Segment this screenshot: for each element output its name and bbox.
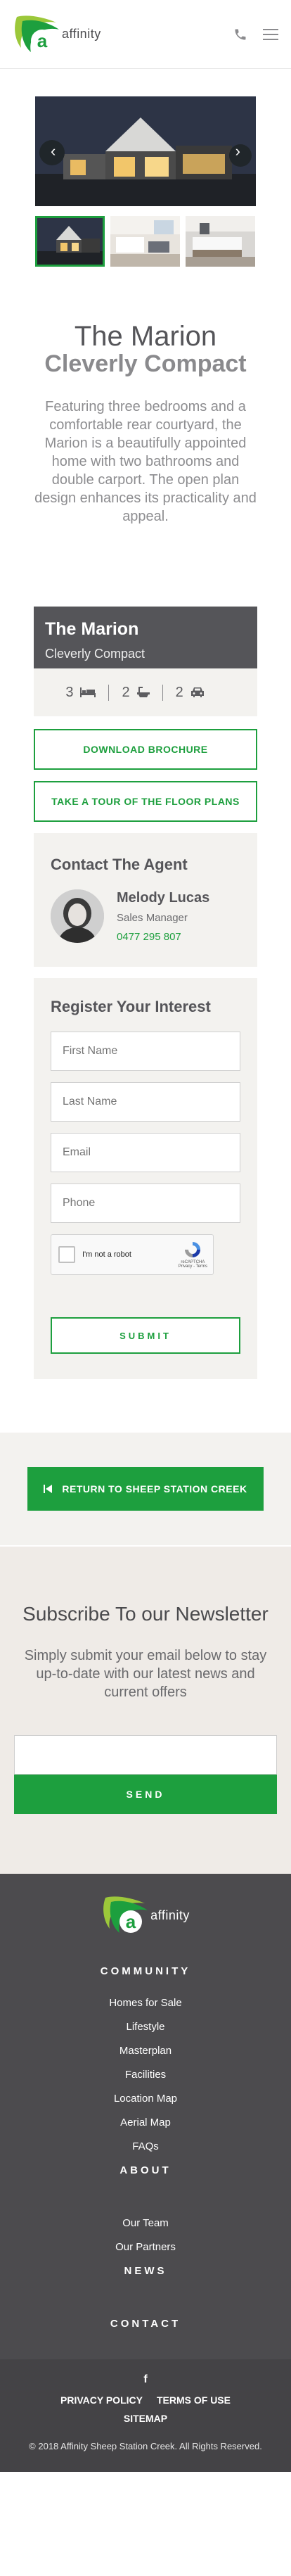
home-spec-card: The Marion Cleverly Compact 3 2 2: [34, 607, 257, 716]
thumbnail-strip: [35, 216, 256, 267]
thumbnail-living-room[interactable]: [110, 216, 180, 267]
footer-heading-news[interactable]: NEWS: [0, 2265, 291, 2277]
spec-subtitle: Cleverly Compact: [45, 647, 146, 661]
return-label: RETURN TO SHEEP STATION CREEK: [62, 1483, 247, 1495]
agent-role: Sales Manager: [117, 911, 188, 924]
footer-link-our-partners[interactable]: Our Partners: [0, 2241, 291, 2253]
chevron-right-icon[interactable]: ›: [235, 142, 240, 160]
footer-link-aerial-map[interactable]: Aerial Map: [0, 2117, 291, 2128]
skip-back-icon: [44, 1485, 53, 1493]
house-dusk-image: [35, 96, 256, 206]
newsletter-send-button[interactable]: SEND: [14, 1775, 277, 1814]
footer-heading-about[interactable]: ABOUT: [0, 2164, 291, 2176]
register-heading: Register Your Interest: [51, 998, 211, 1015]
footer-link-faqs[interactable]: FAQs: [0, 2140, 291, 2152]
download-brochure-button[interactable]: DOWNLOAD BROCHURE: [34, 729, 257, 770]
footer-brand-name: affinity: [150, 1908, 190, 1922]
community-links: Homes for Sale Lifestyle Masterplan Faci…: [0, 1997, 291, 2152]
footer-link-masterplan[interactable]: Masterplan: [0, 2045, 291, 2057]
bedrooms-count: 3: [53, 685, 108, 701]
brand-name: affinity: [62, 27, 101, 41]
footer-logo[interactable]: a affinity: [0, 1893, 291, 1937]
submit-button[interactable]: SUBMIT: [51, 1317, 240, 1354]
newsletter-text: Simply submit your email below to stay u…: [24, 1648, 267, 1700]
hero-image: ‹ ›: [35, 96, 256, 206]
footer-heading-community[interactable]: COMMUNITY: [0, 1965, 291, 1977]
newsletter-section: Subscribe To our Newsletter Simply submi…: [0, 1547, 291, 1874]
carport-count: 2: [162, 684, 217, 701]
footer-heading-contact[interactable]: CONTACT: [0, 2318, 291, 2330]
facebook-icon[interactable]: f: [21, 2373, 270, 2386]
bathrooms-count: 2: [108, 684, 162, 701]
recaptcha-logo: reCAPTCHA Privacy - Terms: [179, 1241, 207, 1269]
last-name-field[interactable]: [51, 1082, 240, 1122]
svg-text:a: a: [126, 1911, 136, 1932]
footer-link-homes-for-sale[interactable]: Homes for Sale: [0, 1997, 291, 2009]
recaptcha-label: I'm not a robot: [82, 1250, 131, 1259]
privacy-policy-link[interactable]: PRIVACY POLICY: [60, 2394, 143, 2406]
brand-logo[interactable]: a affinity: [13, 13, 101, 56]
bath-icon: [136, 687, 150, 697]
thumbnail-kitchen[interactable]: [186, 216, 255, 267]
footer-link-location-map[interactable]: Location Map: [0, 2093, 291, 2105]
spec-title: The Marion: [45, 619, 139, 639]
footer-link-our-team[interactable]: Our Team: [0, 2217, 291, 2229]
page-subtitle: Cleverly Compact: [44, 350, 247, 377]
thumbnail-exterior[interactable]: [35, 216, 105, 267]
footer-link-facilities[interactable]: Facilities: [0, 2069, 291, 2081]
copyright-text: © 2018 Affinity Sheep Station Creek. All…: [29, 2441, 262, 2451]
floor-plan-tour-button[interactable]: TAKE A TOUR OF THE FLOOR PLANS: [34, 781, 257, 822]
agent-phone-link[interactable]: 0477 295 807: [117, 931, 209, 943]
return-section: RETURN TO SHEEP STATION CREEK: [0, 1433, 291, 1545]
spec-features: 3 2 2: [34, 668, 257, 716]
intro-description: Featuring three bedrooms and a comfortab…: [34, 399, 257, 524]
bed-icon: [80, 687, 96, 697]
phone-field[interactable]: [51, 1184, 240, 1223]
first-name-field[interactable]: [51, 1032, 240, 1071]
svg-text:a: a: [37, 30, 48, 51]
bathrooms-value: 2: [122, 684, 130, 700]
affinity-logo-icon: a: [15, 15, 59, 52]
register-interest-form: Register Your Interest I'm not a robot r…: [34, 978, 257, 1379]
recaptcha-checkbox[interactable]: [58, 1246, 75, 1263]
about-links: Our Team Our Partners: [0, 2217, 291, 2253]
chevron-left-icon[interactable]: ‹: [51, 142, 56, 160]
bedrooms-value: 3: [65, 684, 74, 700]
recaptcha-terms[interactable]: Privacy - Terms: [179, 1264, 207, 1269]
agent-avatar: [51, 889, 104, 943]
site-footer: a affinity COMMUNITY Homes for Sale Life…: [0, 1874, 291, 2472]
footer-link-lifestyle[interactable]: Lifestyle: [0, 2021, 291, 2033]
return-to-community-button[interactable]: RETURN TO SHEEP STATION CREEK: [27, 1467, 264, 1511]
terms-of-use-link[interactable]: TERMS OF USE: [157, 2394, 231, 2406]
carport-value: 2: [175, 684, 183, 700]
spec-card-header: The Marion Cleverly Compact: [34, 607, 257, 668]
recaptcha-widget: I'm not a robot reCAPTCHA Privacy - Term…: [51, 1234, 214, 1275]
hamburger-icon[interactable]: [263, 28, 278, 40]
contact-agent-card: Contact The Agent Melody Lucas Sales Man…: [34, 833, 257, 967]
page-title: The Marion: [74, 321, 217, 352]
footer-bottom-bar: f PRIVACY POLICY TERMS OF USE SITEMAP © …: [0, 2359, 291, 2472]
affinity-logo-icon: a: [103, 1896, 148, 1933]
agent-name: Melody Lucas: [117, 889, 210, 906]
car-icon: [190, 687, 204, 697]
newsletter-email-input[interactable]: [14, 1735, 277, 1775]
intro-section: The Marion Cleverly Compact Featuring th…: [0, 267, 291, 526]
recaptcha-icon: [185, 1242, 201, 1257]
email-field[interactable]: [51, 1133, 240, 1172]
phone-icon[interactable]: [233, 27, 247, 42]
agent-heading: Contact The Agent: [51, 856, 188, 873]
sitemap-link[interactable]: SITEMAP: [21, 2413, 270, 2424]
newsletter-heading: Subscribe To our Newsletter: [22, 1603, 269, 1625]
site-header: a affinity: [0, 0, 291, 69]
image-gallery: ‹ ›: [0, 69, 291, 267]
